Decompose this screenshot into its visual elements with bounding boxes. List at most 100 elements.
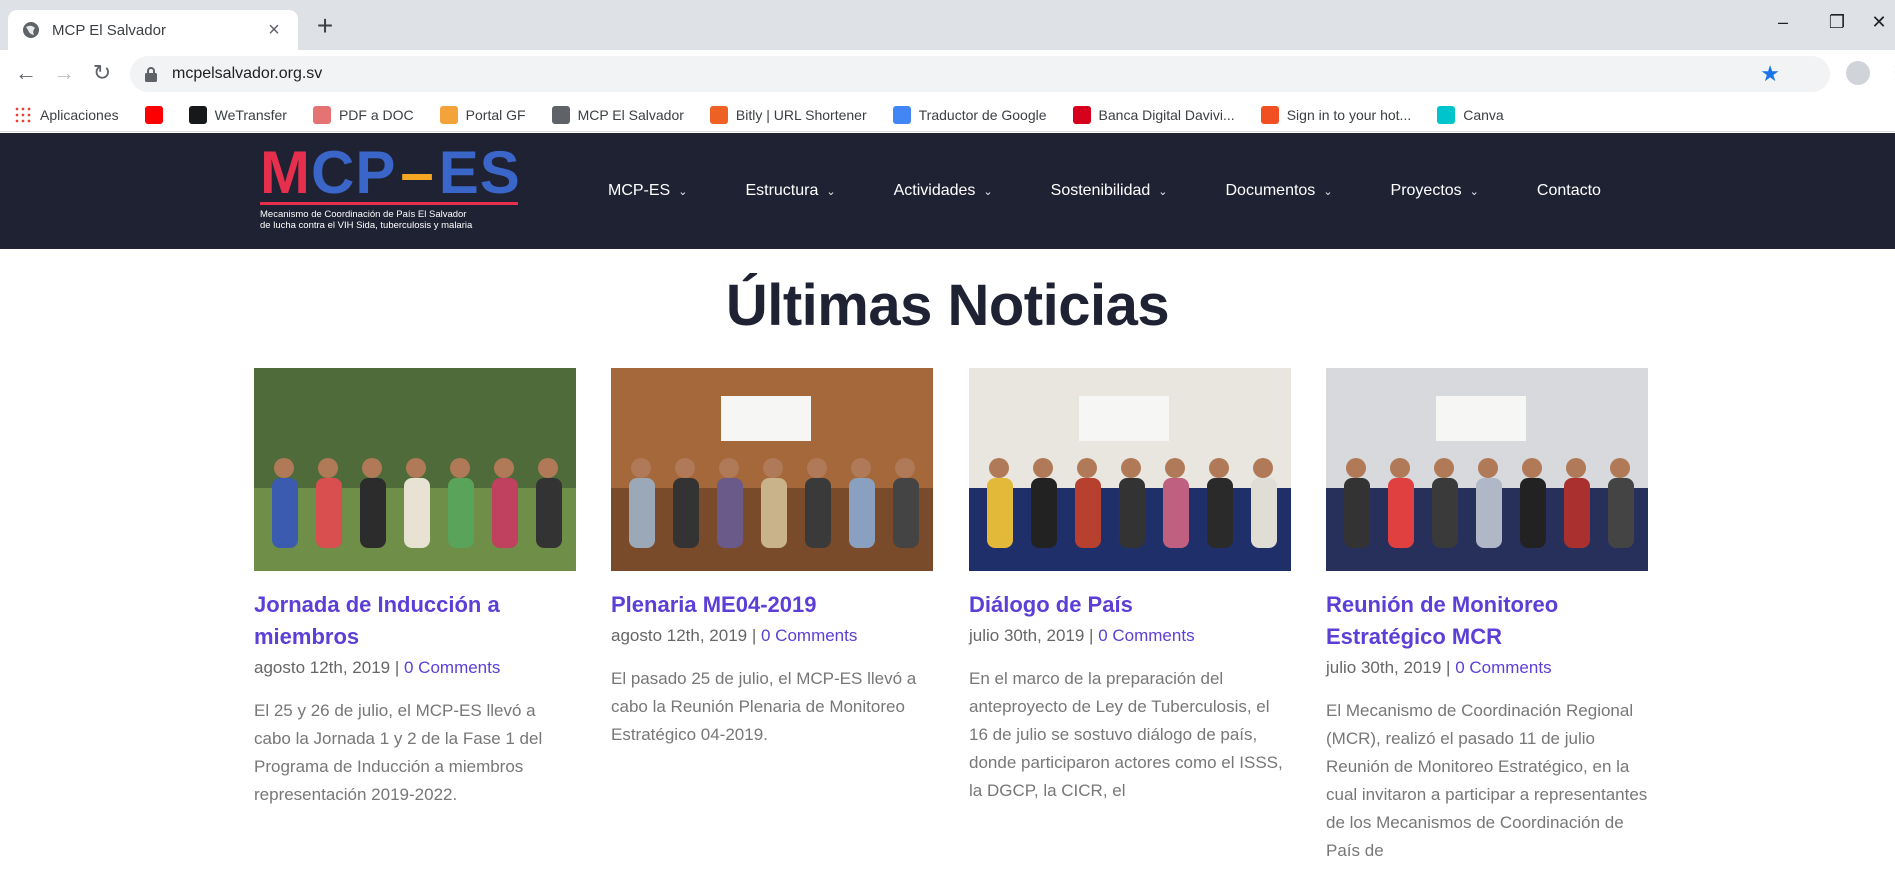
logo-letter: M — [260, 139, 311, 206]
bookmark-label: Sign in to your hot... — [1286, 106, 1412, 123]
nav-item-label: MCP-ES — [608, 182, 671, 199]
bookmark-item[interactable]: Bitly | URL Shortener — [709, 105, 867, 124]
nav-item[interactable]: Proyectos ⌄ — [1391, 182, 1479, 200]
news-excerpt: El Mecanismo de Coordinación Regional (M… — [1326, 701, 1648, 860]
bookmark-label: Banca Digital Davivi... — [1098, 106, 1235, 123]
chevron-down-icon: ⌄ — [1469, 186, 1479, 198]
address-bar[interactable]: mcpelsalvador.org.sv ★ — [130, 56, 1830, 92]
nav-item-label: Proyectos — [1390, 182, 1462, 199]
news-excerpt: En el marco de la preparación del antepr… — [969, 669, 1283, 800]
back-arrow-icon[interactable]: ← — [12, 60, 40, 88]
tab-close-icon[interactable]: × — [264, 19, 284, 42]
site-logo[interactable]: MCP–ES Mecanismo de Coordinación de País… — [260, 143, 522, 239]
comments-link[interactable]: 0 Comments — [404, 658, 500, 677]
news-thumbnail[interactable] — [254, 368, 576, 571]
bookmark-item[interactable]: PDF a DOC — [312, 105, 414, 124]
news-thumbnail[interactable] — [1326, 368, 1648, 571]
meta-separator: | — [1084, 626, 1099, 645]
news-title-link[interactable]: Jornada de Inducción a miembros — [254, 589, 576, 653]
nav-item[interactable]: Estructura ⌄ — [745, 182, 835, 200]
news-meta: agosto 12th, 2019 | 0 Comments — [611, 623, 933, 649]
main-navigation: MCP-ES ⌄ Estructura ⌄ Actividades ⌄ Sostenibil… — [608, 133, 1659, 249]
new-tab-button[interactable]: + — [310, 12, 340, 42]
comments-link[interactable]: 0 Comments — [1455, 658, 1551, 677]
bookmark-item[interactable]: MCP El Salvador — [551, 105, 684, 124]
news-card: Jornada de Inducción a miembros agosto 12… — [254, 368, 576, 809]
news-date: agosto 12th, 2019 — [254, 658, 391, 677]
bookmark-label: Traductor de Google — [918, 106, 1047, 123]
url-text: mcpelsalvador.org.sv — [172, 65, 323, 82]
logo-letter: – — [400, 139, 435, 206]
news-title-link[interactable]: Reunión de Monitoreo Estratégico MCR — [1326, 589, 1648, 653]
globe-icon — [551, 105, 570, 124]
globe-icon — [23, 22, 39, 38]
nav-item-label: Contacto — [1536, 182, 1601, 199]
youtube-icon — [144, 105, 163, 124]
news-date: agosto 12th, 2019 — [611, 626, 748, 645]
bookmark-label: MCP El Salvador — [577, 106, 684, 123]
browser-tabstrip: MCP El Salvador × + – ❐ ✕ — [0, 0, 1895, 50]
bookmark-item[interactable]: Traductor de Google — [892, 105, 1047, 124]
logo-letter: C — [310, 139, 356, 206]
chevron-down-icon: ⌄ — [826, 186, 836, 198]
bookmark-item[interactable]: Portal GF — [439, 105, 526, 124]
profile-avatar-icon[interactable] — [1846, 61, 1870, 85]
bookmark-item[interactable]: Banca Digital Davivi... — [1072, 105, 1235, 124]
bookmark-item[interactable]: WeTransfer — [188, 105, 287, 124]
wetransfer-icon — [188, 105, 207, 124]
bookmark-item[interactable]: Aplicaciones — [14, 105, 119, 124]
bookmarks-bar: Aplicaciones WeTransfer PDF a DOC Portal GF… — [0, 98, 1895, 132]
nav-item[interactable]: MCP-ES ⌄ — [608, 182, 687, 200]
tab-title: MCP El Salvador — [52, 21, 166, 39]
news-meta: julio 30th, 2019 | 0 Comments — [1326, 655, 1648, 681]
browser-tab[interactable]: MCP El Salvador × — [8, 10, 298, 50]
news-thumbnail[interactable] — [611, 368, 933, 571]
news-heading: Últimas Noticias — [725, 273, 1170, 338]
nav-item[interactable]: Sostenibilidad ⌄ — [1051, 182, 1168, 200]
browser-menu-icon[interactable]: ⋮ — [1886, 60, 1895, 85]
nav-item[interactable]: Actividades ⌄ — [894, 182, 993, 200]
window-close-icon[interactable]: ✕ — [1868, 12, 1890, 33]
logo-subtitle-1: Mecanismo de Coordinación de País El Sal… — [260, 209, 467, 220]
lock-icon — [145, 67, 157, 82]
news-thumbnail[interactable] — [969, 368, 1291, 571]
news-title-link[interactable]: Plenaria ME04-2019 — [611, 589, 933, 621]
forward-arrow-icon[interactable]: → — [50, 60, 78, 88]
chevron-down-icon: ⌄ — [678, 186, 688, 198]
bookmark-item[interactable]: Sign in to your hot... — [1260, 105, 1412, 124]
browser-toolbar: ← → ↻ mcpelsalvador.org.sv ★ — [0, 50, 1895, 98]
bookmark-label: Canva — [1463, 106, 1504, 123]
bookmark-label: Portal GF — [465, 106, 526, 123]
news-date: julio 30th, 2019 — [1326, 658, 1442, 677]
chevron-down-icon: ⌄ — [1158, 186, 1168, 198]
bookmark-star-icon[interactable]: ★ — [1760, 61, 1780, 87]
apps-grid-icon — [14, 105, 32, 124]
logo-letter: P — [355, 139, 397, 206]
news-card: Plenaria ME04-2019 agosto 12th, 2019 | 0 … — [611, 368, 933, 749]
bookmark-item[interactable]: Canva — [1437, 105, 1504, 124]
bookmark-label: PDF a DOC — [338, 106, 414, 123]
news-card: Diálogo de País julio 30th, 2019 | 0 Comm… — [969, 368, 1291, 805]
logo-subtitle-2: de lucha contra el VIH Sida, tuberculosi… — [260, 220, 473, 231]
pdf-to-doc-icon — [312, 105, 331, 124]
restore-icon[interactable]: ❐ — [1822, 12, 1852, 33]
reload-icon[interactable]: ↻ — [88, 60, 116, 88]
nav-item[interactable]: Contacto — [1537, 182, 1601, 200]
nav-item-label: Sostenibilidad — [1050, 182, 1151, 199]
news-excerpt: El 25 y 26 de julio, el MCP-ES llevó a c… — [254, 701, 543, 804]
comments-link[interactable]: 0 Comments — [1098, 626, 1194, 645]
minimize-icon[interactable]: – — [1768, 12, 1798, 33]
news-meta: agosto 12th, 2019 | 0 Comments — [254, 655, 576, 681]
logo-letter: ES — [438, 139, 521, 206]
comments-link[interactable]: 0 Comments — [761, 626, 857, 645]
davivienda-icon — [1072, 105, 1091, 124]
news-card: Reunión de Monitoreo Estratégico MCR juli… — [1326, 368, 1648, 865]
nav-item[interactable]: Documentos ⌄ — [1225, 182, 1332, 200]
chevron-down-icon: ⌄ — [983, 186, 993, 198]
news-title-link[interactable]: Diálogo de País — [969, 589, 1291, 621]
bookmark-item[interactable] — [144, 105, 171, 124]
nav-item-label: Estructura — [745, 182, 819, 199]
news-date: julio 30th, 2019 — [969, 626, 1085, 645]
bookmark-label: Aplicaciones — [40, 106, 119, 123]
chevron-down-icon: ⌄ — [1323, 186, 1333, 198]
